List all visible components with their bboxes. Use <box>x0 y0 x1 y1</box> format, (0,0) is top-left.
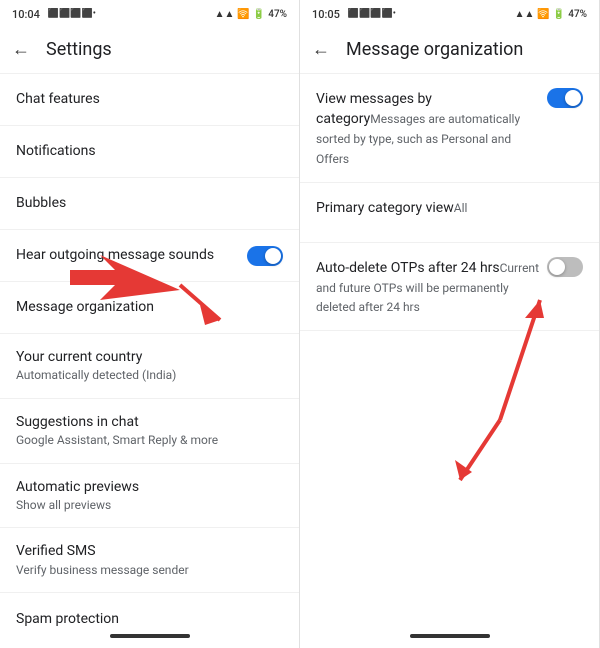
left-battery-icon: 🔋 <box>253 9 265 20</box>
left-item-text-auto-previews: Automatic previews Show all previews <box>16 478 283 514</box>
left-status-left: 10:04 ⬛⬛⬛⬛• <box>12 8 96 21</box>
left-item-title-current-country: Your current country <box>16 348 283 366</box>
left-item-text-hear-sounds: Hear outgoing message sounds <box>16 246 247 264</box>
right-home-indicator <box>300 628 599 648</box>
left-settings-item-bubbles[interactable]: Bubbles <box>0 178 299 230</box>
left-item-subtitle-auto-previews: Show all previews <box>16 498 283 514</box>
left-settings-item-verified-sms[interactable]: Verified SMS Verify business message send… <box>0 528 299 593</box>
right-item-title-auto-delete-otp: Auto-delete OTPs after 24 hrs <box>316 260 500 276</box>
left-item-text-notifications: Notifications <box>16 142 283 160</box>
left-item-subtitle-verified-sms: Verify business message sender <box>16 563 283 579</box>
right-item-text-auto-delete-otp: Auto-delete OTPs after 24 hrsCurrent and… <box>316 257 539 316</box>
left-item-text-chat-features: Chat features <box>16 90 283 108</box>
left-top-bar: ← Settings <box>0 26 299 74</box>
left-item-text-message-org: Message organization <box>16 298 283 316</box>
left-settings-item-spam-protection[interactable]: Spam protection <box>0 593 299 628</box>
right-settings-item-auto-delete-otp[interactable]: Auto-delete OTPs after 24 hrsCurrent and… <box>300 243 599 331</box>
right-wifi-icon: 🛜 <box>537 9 549 20</box>
left-settings-item-suggestions[interactable]: Suggestions in chat Google Assistant, Sma… <box>0 399 299 464</box>
left-back-button[interactable]: ← <box>12 39 30 60</box>
left-item-title-hear-sounds: Hear outgoing message sounds <box>16 246 247 264</box>
right-settings-item-primary-category[interactable]: Primary category viewAll <box>300 183 599 243</box>
left-item-title-notifications: Notifications <box>16 142 283 160</box>
left-item-title-verified-sms: Verified SMS <box>16 542 283 560</box>
right-top-bar: ← Message organization <box>300 26 599 74</box>
right-settings-list: View messages by categoryMessages are au… <box>300 74 599 628</box>
left-screen: 10:04 ⬛⬛⬛⬛• ▲▲ 🛜 🔋 47% ← Settings Chat f… <box>0 0 300 648</box>
left-item-title-bubbles: Bubbles <box>16 194 283 212</box>
left-status-icons: ⬛⬛⬛⬛• <box>48 9 96 19</box>
left-status-right: ▲▲ 🛜 🔋 47% <box>215 9 287 20</box>
left-item-text-bubbles: Bubbles <box>16 194 283 212</box>
right-screen: 10:05 ⬛⬛⬛⬛• ▲▲ 🛜 🔋 47% ← Message organiz… <box>300 0 600 648</box>
right-status-left: 10:05 ⬛⬛⬛⬛• <box>312 8 396 21</box>
left-settings-item-chat-features[interactable]: Chat features <box>0 74 299 126</box>
left-home-bar <box>110 634 190 638</box>
right-time: 10:05 <box>312 8 340 21</box>
right-toggle-view-by-category[interactable] <box>547 88 583 108</box>
left-time: 10:04 <box>12 8 40 21</box>
left-item-text-current-country: Your current country Automatically detect… <box>16 348 283 384</box>
left-page-title: Settings <box>46 39 112 60</box>
left-item-subtitle-suggestions: Google Assistant, Smart Reply & more <box>16 433 283 449</box>
right-page-title: Message organization <box>346 39 523 60</box>
left-item-title-spam-protection: Spam protection <box>16 610 283 628</box>
left-item-title-auto-previews: Automatic previews <box>16 478 283 496</box>
right-status-right: ▲▲ 🛜 🔋 47% <box>515 9 587 20</box>
left-item-title-chat-features: Chat features <box>16 90 283 108</box>
left-status-bar: 10:04 ⬛⬛⬛⬛• ▲▲ 🛜 🔋 47% <box>0 0 299 26</box>
left-wifi-icon: 🛜 <box>237 9 249 20</box>
left-settings-list: Chat features Notifications Bubbles Hear ou… <box>0 74 299 628</box>
left-item-text-verified-sms: Verified SMS Verify business message send… <box>16 542 283 578</box>
left-settings-item-auto-previews[interactable]: Automatic previews Show all previews <box>0 464 299 529</box>
left-item-text-spam-protection: Spam protection <box>16 610 283 628</box>
left-item-subtitle-current-country: Automatically detected (India) <box>16 368 283 384</box>
right-item-text-primary-category: Primary category viewAll <box>316 197 575 217</box>
right-settings-item-view-by-category[interactable]: View messages by categoryMessages are au… <box>300 74 599 183</box>
left-item-title-message-org: Message organization <box>16 298 283 316</box>
right-battery-text: 47% <box>568 9 587 20</box>
left-settings-item-message-org[interactable]: Message organization <box>0 282 299 334</box>
right-item-subtitle-primary-category: All <box>454 201 468 215</box>
left-settings-item-notifications[interactable]: Notifications <box>0 126 299 178</box>
left-battery-text: 47% <box>268 9 287 20</box>
left-toggle-hear-sounds[interactable] <box>247 246 283 266</box>
left-signal-icon: ▲▲ <box>215 9 235 20</box>
left-settings-item-current-country[interactable]: Your current country Automatically detect… <box>0 334 299 399</box>
left-settings-item-hear-sounds[interactable]: Hear outgoing message sounds <box>0 230 299 282</box>
right-toggle-auto-delete-otp[interactable] <box>547 257 583 277</box>
right-battery-icon: 🔋 <box>553 9 565 20</box>
right-back-button[interactable]: ← <box>312 39 330 60</box>
right-status-icons: ⬛⬛⬛⬛• <box>348 9 396 19</box>
right-signal-icon: ▲▲ <box>515 9 535 20</box>
right-status-bar: 10:05 ⬛⬛⬛⬛• ▲▲ 🛜 🔋 47% <box>300 0 599 26</box>
right-item-text-view-by-category: View messages by categoryMessages are au… <box>316 88 539 168</box>
left-item-title-suggestions: Suggestions in chat <box>16 413 283 431</box>
left-item-text-suggestions: Suggestions in chat Google Assistant, Sma… <box>16 413 283 449</box>
right-item-title-primary-category: Primary category view <box>316 200 454 216</box>
left-home-indicator <box>0 628 299 648</box>
right-home-bar <box>410 634 490 638</box>
